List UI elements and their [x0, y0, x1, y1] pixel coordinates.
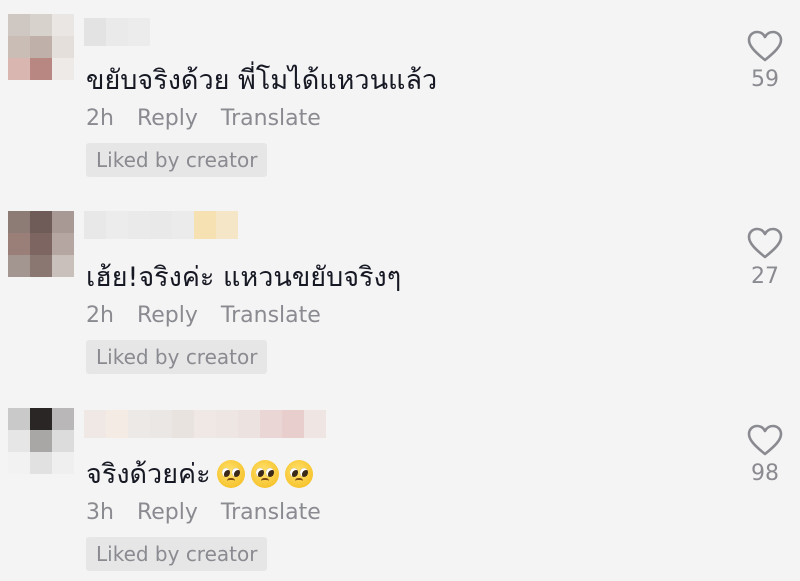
like-count: 27 [751, 264, 779, 289]
comment-item: ขยับจริงด้วย พี่โมได้แหวนแล้ว 2h Reply T… [0, 0, 800, 196]
pleading-face-emoji [284, 460, 313, 488]
comment-text: เฮ้ย!จริงค่ะ แหวนขยับจริงๆ [86, 262, 402, 293]
comment-meta: 2h Reply Translate [86, 303, 321, 328]
pleading-face-emoji [250, 460, 279, 488]
comment-meta: 2h Reply Translate [86, 106, 321, 131]
comment-text-body: จริงด้วยค่ะ [86, 459, 211, 490]
translate-button[interactable]: Translate [221, 106, 321, 131]
liked-by-creator-badge: Liked by creator [86, 143, 268, 177]
heart-outline-icon [747, 30, 783, 62]
comment-meta: 3h Reply Translate [86, 500, 321, 525]
reply-button[interactable]: Reply [137, 106, 198, 131]
comment-text: จริงด้วยค่ะ [86, 452, 313, 495]
liked-by-creator-badge: Liked by creator [86, 537, 268, 571]
translate-button[interactable]: Translate [221, 303, 321, 328]
comment-item: เฮ้ย!จริงค่ะ แหวนขยับจริงๆ 2h Reply Tran… [0, 197, 800, 393]
like-count: 98 [751, 461, 779, 486]
comment-list: ขยับจริงด้วย พี่โมได้แหวนแล้ว 2h Reply T… [0, 0, 800, 581]
like-button[interactable]: 59 [740, 30, 790, 92]
like-button[interactable]: 98 [740, 424, 790, 486]
like-count: 59 [751, 67, 779, 92]
reply-button[interactable]: Reply [137, 500, 198, 525]
comment-time: 3h [86, 500, 114, 525]
translate-button[interactable]: Translate [221, 500, 321, 525]
pleading-face-emoji [216, 460, 245, 488]
comment-item: จริงด้วยค่ะ 3h Reply Translate Liked by … [0, 394, 800, 581]
comment-time: 2h [86, 303, 114, 328]
username-blurred[interactable] [84, 410, 326, 438]
avatar[interactable] [8, 408, 74, 474]
username-blurred[interactable] [84, 211, 238, 239]
avatar[interactable] [8, 14, 74, 80]
avatar[interactable] [8, 211, 74, 277]
comment-text: ขยับจริงด้วย พี่โมได้แหวนแล้ว [86, 65, 438, 96]
heart-outline-icon [747, 424, 783, 456]
liked-by-creator-badge: Liked by creator [86, 340, 268, 374]
like-button[interactable]: 27 [740, 227, 790, 289]
heart-outline-icon [747, 227, 783, 259]
reply-button[interactable]: Reply [137, 303, 198, 328]
username-blurred[interactable] [84, 18, 150, 46]
comment-time: 2h [86, 106, 114, 131]
